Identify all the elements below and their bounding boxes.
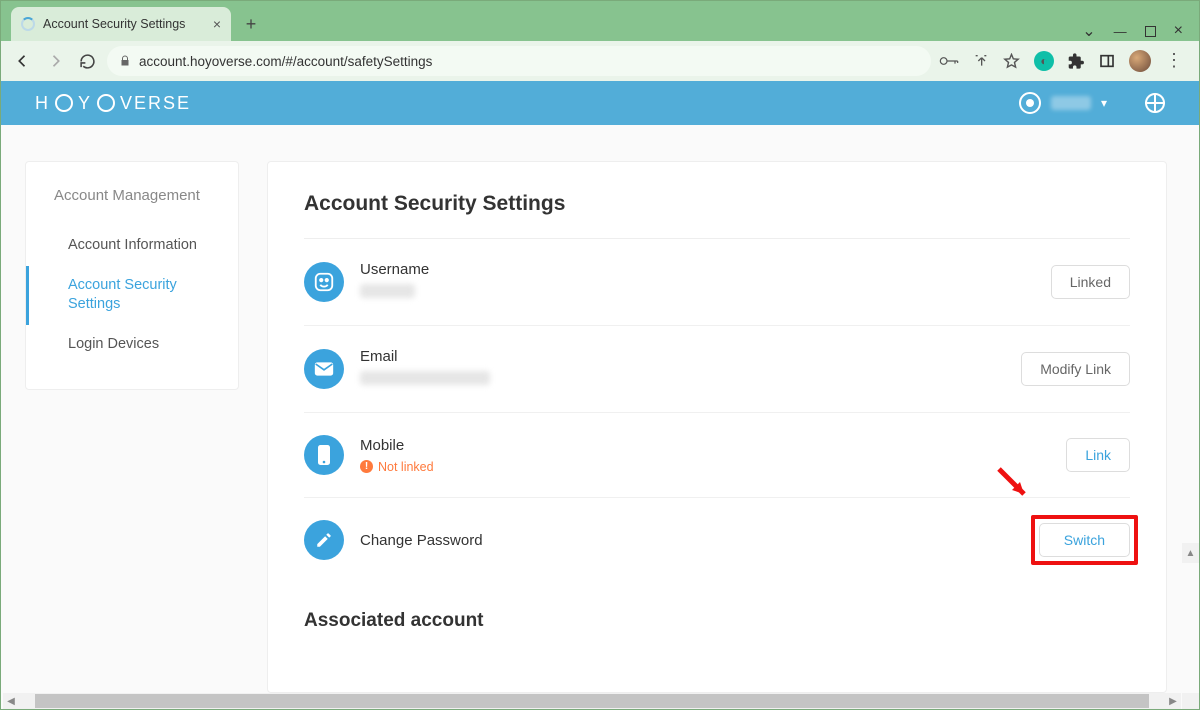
row-body: Username	[360, 261, 1051, 303]
reload-button[interactable]	[75, 49, 99, 73]
modify-link-button[interactable]: Modify Link	[1021, 352, 1130, 386]
ring-icon	[55, 94, 73, 112]
row-label: Change Password	[360, 532, 1039, 549]
warning-icon: !	[360, 460, 373, 473]
not-linked-status: ! Not linked	[360, 460, 1066, 474]
section-associated-account: Associated account	[304, 610, 1130, 632]
sidebar-item-account-security-settings[interactable]: Account Security Settings	[26, 266, 238, 325]
menu-dots-icon[interactable]: ⋮	[1165, 57, 1183, 64]
header-right: ▾	[1019, 92, 1165, 114]
email-value	[360, 371, 490, 385]
tab-title: Account Security Settings	[43, 17, 185, 31]
site-header: HYVERSE ▾	[1, 81, 1199, 125]
row-body: Mobile ! Not linked	[360, 437, 1066, 474]
profile-avatar[interactable]	[1129, 50, 1151, 72]
scrollbar-corner	[1182, 693, 1199, 709]
url-text: account.hoyoverse.com/#/account/safetySe…	[139, 54, 432, 69]
lock-icon	[119, 55, 131, 67]
row-body: Email	[360, 348, 1021, 390]
page-viewport: HYVERSE ▾ Account Management Account Inf…	[1, 81, 1199, 709]
star-icon[interactable]	[1003, 53, 1020, 70]
row-body: Change Password	[360, 532, 1039, 549]
brand-logo[interactable]: HYVERSE	[35, 93, 191, 114]
titlebar: Account Security Settings × + ⌄ — ×	[1, 1, 1199, 41]
scrollbar-arrow-up[interactable]: ▲	[1182, 543, 1199, 563]
sidebar-header: Account Management	[26, 186, 238, 226]
username-display	[1051, 96, 1091, 110]
pencil-icon	[304, 520, 344, 560]
page-body: Account Management Account Information A…	[1, 125, 1199, 693]
username-value	[360, 284, 415, 298]
minimize-button[interactable]: —	[1114, 24, 1127, 39]
share-icon[interactable]	[973, 53, 989, 69]
linked-button[interactable]: Linked	[1051, 265, 1130, 299]
row-label: Email	[360, 348, 1021, 365]
sidebar: Account Management Account Information A…	[25, 161, 239, 390]
horizontal-scrollbar[interactable]: ◀ ▶	[3, 693, 1181, 709]
tab-strip: Account Security Settings × +	[1, 7, 1082, 41]
scrollbar-arrow-right[interactable]: ▶	[1165, 696, 1181, 707]
browser-tab[interactable]: Account Security Settings ×	[11, 7, 231, 41]
user-icon[interactable]	[1019, 92, 1041, 114]
back-button[interactable]	[11, 49, 35, 73]
browser-window: Account Security Settings × + ⌄ — × acco…	[0, 0, 1200, 710]
phone-icon	[304, 435, 344, 475]
maximize-button[interactable]	[1145, 26, 1156, 37]
key-icon[interactable]	[939, 54, 959, 68]
toolbar-icons: ◐ ⋮	[939, 50, 1189, 72]
switch-button[interactable]: Switch	[1039, 523, 1130, 557]
chevron-down-icon[interactable]: ▾	[1101, 96, 1107, 110]
row-label: Mobile	[360, 437, 1066, 454]
page-title: Account Security Settings	[304, 192, 1130, 216]
loading-spinner-icon	[21, 17, 35, 31]
address-bar[interactable]: account.hoyoverse.com/#/account/safetySe…	[107, 46, 931, 76]
panel-icon[interactable]	[1099, 53, 1115, 69]
scrollbar-arrow-left[interactable]: ◀	[3, 696, 19, 707]
row-change-password: Change Password Switch	[304, 498, 1130, 582]
row-label: Username	[360, 261, 1051, 278]
switch-button-wrapper: Switch	[1039, 523, 1130, 557]
close-window-button[interactable]: ×	[1174, 22, 1183, 40]
close-tab-icon[interactable]: ×	[213, 16, 221, 32]
ring-icon	[97, 94, 115, 112]
chevron-down-icon[interactable]: ⌄	[1082, 21, 1095, 41]
forward-button[interactable]	[43, 49, 67, 73]
sidebar-item-login-devices[interactable]: Login Devices	[26, 325, 238, 365]
sidebar-item-account-information[interactable]: Account Information	[26, 226, 238, 266]
main-panel: Account Security Settings Username Linke…	[267, 161, 1167, 693]
row-mobile: Mobile ! Not linked Link	[304, 413, 1130, 498]
link-button[interactable]: Link	[1066, 438, 1130, 472]
mail-icon	[304, 349, 344, 389]
smiley-icon	[304, 262, 344, 302]
scrollbar-thumb[interactable]	[35, 694, 1149, 708]
window-controls: ⌄ — ×	[1082, 11, 1199, 41]
extensions-puzzle-icon[interactable]	[1068, 53, 1085, 70]
extension-icon[interactable]: ◐	[1034, 51, 1054, 71]
globe-icon[interactable]	[1145, 93, 1165, 113]
row-email: Email Modify Link	[304, 326, 1130, 413]
browser-toolbar: account.hoyoverse.com/#/account/safetySe…	[1, 41, 1199, 81]
new-tab-button[interactable]: +	[237, 10, 265, 38]
row-username: Username Linked	[304, 239, 1130, 326]
